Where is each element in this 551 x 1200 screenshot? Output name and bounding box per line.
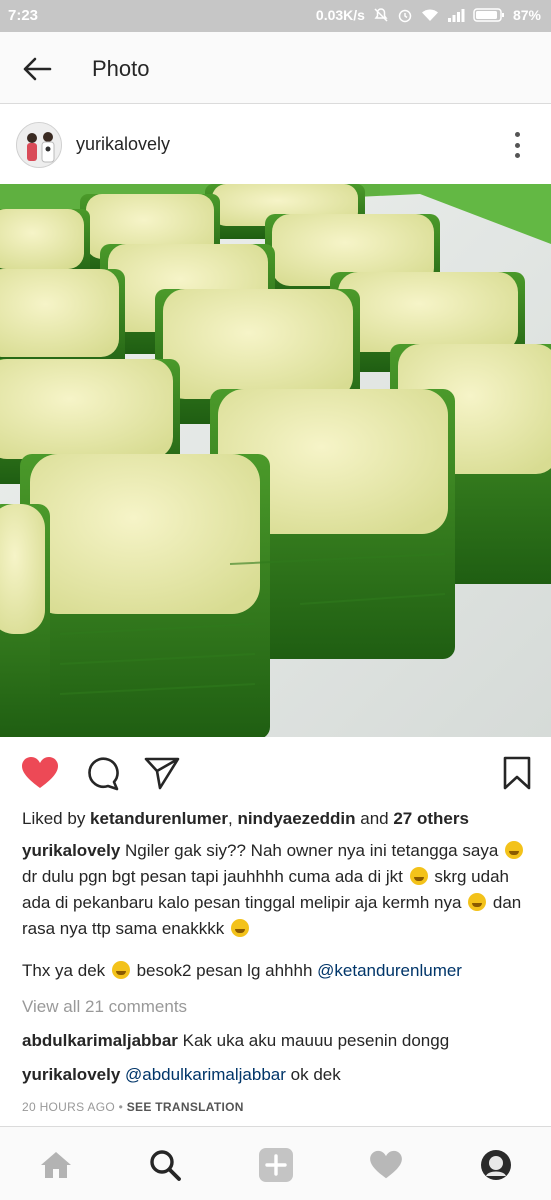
- arrow-left-icon: [23, 57, 52, 81]
- comment-button[interactable]: [82, 753, 122, 793]
- activity-heart-icon: [370, 1150, 402, 1179]
- food-photo: [0, 184, 551, 737]
- comment-text: Kak uka aku mauuu pesenin dongg: [177, 1031, 450, 1050]
- wifi-icon: [421, 8, 439, 22]
- nav-add[interactable]: [256, 1145, 296, 1185]
- caption-text: besok2 pesan lg ahhhh: [131, 961, 318, 980]
- status-bar: 7:23 0.03K/s 87%: [0, 0, 551, 32]
- network-speed: 0.03K/s: [315, 7, 365, 23]
- mute-icon: [373, 7, 389, 23]
- post-timestamp: 20 HOURS AGO • SEE TRANSLATION: [22, 1094, 537, 1120]
- liker-link[interactable]: ketandurenlumer: [90, 809, 228, 828]
- nav-search[interactable]: [145, 1145, 185, 1185]
- share-button[interactable]: [142, 753, 182, 793]
- likes-others-link[interactable]: 27 others: [393, 809, 469, 828]
- view-all-comments-link[interactable]: View all 21 comments: [22, 994, 537, 1020]
- clock: 7:23: [8, 7, 39, 24]
- post-actions: [0, 737, 551, 805]
- grinning-emoji-icon: [409, 867, 428, 885]
- mention-link[interactable]: @ketandurenlumer: [317, 961, 462, 980]
- page-title: Photo: [92, 56, 150, 81]
- comment-username[interactable]: abdulkarimaljabbar: [22, 1031, 178, 1050]
- caption-text: Ngiler gak siy?? Nah owner nya ini tetan…: [120, 841, 503, 860]
- nav-activity[interactable]: [366, 1145, 406, 1185]
- more-vertical-icon: [514, 132, 520, 137]
- caption-username[interactable]: yurikalovely: [22, 841, 120, 860]
- hugging-emoji-icon: [111, 961, 130, 979]
- caption-reply: Thx ya dek besok2 pesan lg ahhhh @ketand…: [22, 958, 537, 984]
- grinning-emoji-icon: [505, 841, 523, 859]
- battery-icon: [473, 7, 505, 23]
- comment-text: ok dek: [285, 1065, 341, 1084]
- signal-icon: [447, 8, 465, 22]
- alarm-icon: [397, 7, 413, 23]
- comment-item: yurikalovely @abdulkarimaljabbar ok dek: [22, 1062, 537, 1088]
- likes-prefix: Liked by: [22, 809, 91, 828]
- bookmark-icon: [503, 756, 531, 790]
- app-header: Photo: [0, 32, 551, 104]
- avatar[interactable]: [16, 122, 62, 168]
- more-options-button[interactable]: [507, 130, 527, 160]
- heart-filled-icon: [22, 757, 58, 788]
- see-translation-link[interactable]: SEE TRANSLATION: [127, 1100, 244, 1114]
- more-dot: [514, 153, 520, 158]
- caption: yurikalovely Ngiler gak siy?? Nah owner …: [22, 838, 537, 942]
- send-icon: [144, 757, 180, 790]
- post-username[interactable]: yurikalovely: [76, 134, 170, 155]
- post-header: yurikalovely: [0, 104, 551, 184]
- battery-percent: 87%: [512, 7, 541, 23]
- home-icon: [41, 1152, 71, 1178]
- back-button[interactable]: [20, 52, 54, 86]
- timestamp-time: 20 HOURS AGO: [22, 1100, 115, 1114]
- post-details: Liked by ketandurenlumer, nindyaezeddin …: [22, 806, 537, 1120]
- status-icons: 0.03K/s 87%: [316, 7, 541, 23]
- profile-avatar: [481, 1150, 511, 1180]
- mention-link[interactable]: @abdulkarimaljabbar: [125, 1065, 286, 1084]
- post-photo[interactable]: [0, 184, 551, 737]
- caption-text: dr dulu pgn bgt pesan tapi jauhhhh cuma …: [22, 867, 408, 886]
- comment-icon: [88, 757, 119, 791]
- add-icon: [259, 1148, 293, 1182]
- likes-line: Liked by ketandurenlumer, nindyaezeddin …: [22, 806, 537, 832]
- nav-profile[interactable]: [476, 1145, 516, 1185]
- timestamp-separator: •: [114, 1100, 127, 1114]
- like-button[interactable]: [20, 753, 60, 793]
- search-icon: [150, 1150, 181, 1181]
- nav-home[interactable]: [36, 1145, 76, 1185]
- comment-item: abdulkarimaljabbar Kak uka aku mauuu pes…: [22, 1028, 537, 1054]
- winking-emoji-icon: [230, 919, 249, 937]
- bottom-nav: [0, 1126, 551, 1200]
- liker-link[interactable]: nindyaezeddin: [237, 809, 355, 828]
- grinning-emoji-icon: [468, 893, 487, 911]
- caption-text: Thx ya dek: [22, 961, 110, 980]
- save-button[interactable]: [497, 753, 537, 793]
- comment-username[interactable]: yurikalovely: [22, 1065, 120, 1084]
- likes-and: and: [355, 809, 394, 828]
- more-dot: [514, 142, 520, 148]
